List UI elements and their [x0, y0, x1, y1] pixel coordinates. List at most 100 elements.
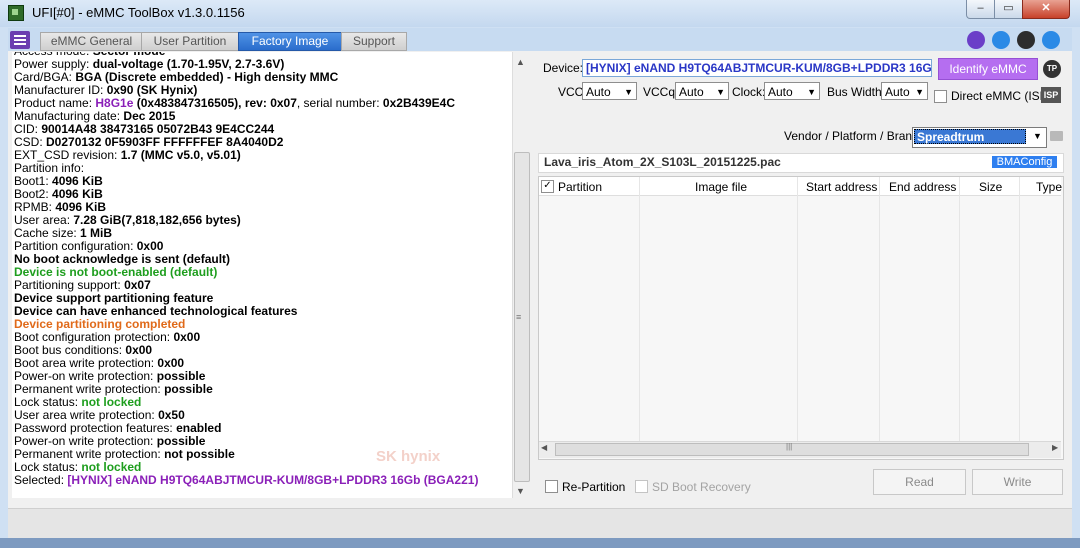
clock-select[interactable]: Auto ▼ — [764, 82, 820, 100]
log-green: Device is not boot-enabled (default) — [14, 265, 218, 279]
log-green: not locked — [78, 395, 142, 409]
col-partition[interactable]: Partition — [558, 180, 602, 194]
log-label: Boot area write protection: — [14, 356, 155, 370]
vendor-value: Spreadtrum — [914, 129, 1026, 144]
log-value: 0x07 — [120, 278, 151, 292]
sdboot-label: SD Boot Recovery — [652, 480, 751, 494]
log-value2: 0x07 — [266, 96, 297, 110]
log-value: dual-voltage (1.70-1.95V, 2.7-3.6V) — [89, 57, 285, 71]
log-value: 0x90 (SK Hynix) — [103, 83, 198, 97]
col-image-file[interactable]: Image file — [695, 180, 747, 194]
log-value: 7.28 GiB(7,818,182,656 bytes) — [70, 213, 241, 227]
download-icon[interactable] — [992, 31, 1010, 49]
log-value: No boot acknowledge is sent (default) — [14, 252, 231, 266]
partition-grid[interactable] — [538, 176, 1064, 460]
log-label: Lock status: — [14, 460, 79, 474]
sdboot-checkbox[interactable] — [635, 480, 648, 493]
device-label: Device: — [543, 61, 584, 75]
tab-support[interactable]: Support — [341, 32, 407, 51]
device-field[interactable]: [HYNIX] eNAND H9TQ64ABJTMCUR-KUM/8GB+LPD… — [582, 59, 932, 77]
tp-icon[interactable]: TP — [1043, 60, 1061, 78]
column-divider — [1019, 177, 1020, 457]
vcc-select[interactable]: Auto ▼ — [582, 82, 637, 100]
vcc-value: Auto — [586, 85, 611, 99]
maximize-button[interactable]: ▭ — [994, 0, 1023, 19]
pac-file-name: Lava_iris_Atom_2X_S103L_20151225.pac — [544, 155, 781, 169]
col-size[interactable]: Size — [979, 180, 1002, 194]
select-all-checkbox[interactable]: ✓ — [541, 180, 554, 193]
log-value: BGA (Discrete embedded) - High density M… — [72, 70, 339, 84]
chevron-down-icon[interactable]: ▼ — [1033, 131, 1042, 141]
log-value: 90014A48 38473165 05072B43 9E4CC244 — [38, 122, 275, 136]
clock-label: Clock: — [732, 85, 766, 99]
log-label: RPMB: — [14, 200, 53, 214]
tab-factory-image[interactable]: Factory Image — [238, 32, 342, 51]
chevron-down-icon: ▼ — [807, 87, 816, 97]
buswidth-label: Bus Width: — [827, 85, 886, 99]
log-label: Card/BGA: — [14, 70, 73, 84]
log-label: CSD: — [14, 135, 43, 149]
menu-button[interactable] — [10, 31, 30, 49]
log-value: 4096 KiB — [48, 174, 103, 188]
log-label: Power-on write protection: — [14, 369, 154, 383]
column-divider — [797, 177, 798, 457]
col-end-address[interactable]: End address — [889, 180, 956, 194]
menu-icon — [14, 35, 26, 37]
log-value: not possible — [160, 447, 235, 461]
log-value: possible — [153, 434, 206, 448]
isp-icon[interactable]: ISP — [1041, 87, 1061, 103]
log-orange: Device partitioning completed — [14, 317, 186, 331]
log-value-purple: H8G1e — [92, 96, 134, 110]
log-label: Boot1: — [14, 174, 49, 188]
log-label2: , serial number: — [296, 96, 380, 110]
buswidth-select[interactable]: Auto ▼ — [881, 82, 928, 100]
direct-emmc-checkbox[interactable] — [934, 90, 947, 103]
log-value: Dec 2015 — [120, 109, 176, 123]
info-icon[interactable] — [1017, 31, 1035, 49]
vendor-label: Vendor / Platform / Brand: — [784, 129, 923, 143]
col-type[interactable]: Type — [1036, 180, 1062, 194]
log-value3: 0x2B439E4C — [379, 96, 455, 110]
log-label: Boot bus conditions: — [14, 343, 123, 357]
log-green: not locked — [78, 460, 142, 474]
scroll-up-icon[interactable]: ▲ — [516, 57, 525, 67]
bmaconfig-button[interactable]: BMAConfig — [992, 156, 1057, 168]
log-value: 4096 KiB — [52, 200, 107, 214]
log-lines: Access mode: Sector modePower supply: du… — [12, 52, 512, 498]
close-button[interactable]: ✕ — [1022, 0, 1070, 19]
repartition-checkbox[interactable] — [545, 480, 558, 493]
log-line: Selected: [HYNIX] eNAND H9TQ64ABJTMCUR-K… — [14, 474, 478, 487]
buswidth-value: Auto — [885, 85, 910, 99]
log-value: (0x483847316505), rev: — [133, 96, 267, 110]
vccq-label: VCCq: — [643, 85, 679, 99]
folder-icon[interactable] — [1050, 131, 1063, 141]
column-divider — [879, 177, 880, 457]
minimize-button[interactable]: – — [966, 0, 995, 19]
log-value: 0x00 — [133, 239, 164, 253]
col-start-address[interactable]: Start address — [806, 180, 877, 194]
log-value: D0270132 0F5903FF FFFFFFEF 8A4040D2 — [42, 135, 284, 149]
log-value: 0x00 — [122, 343, 153, 357]
identify-emmc-button[interactable]: Identify eMMC — [938, 58, 1038, 80]
write-button[interactable]: Write — [972, 469, 1063, 495]
log-label: Password protection features: — [14, 421, 173, 435]
read-button[interactable]: Read — [873, 469, 966, 495]
log-label: Selected: — [14, 473, 65, 487]
log-value: Device can have enhanced technological f… — [14, 304, 298, 318]
log-label: Manufacturer ID: — [14, 83, 104, 97]
log-value: 0x50 — [154, 408, 185, 422]
log-value: Device support partitioning feature — [14, 291, 214, 305]
network-icon[interactable] — [967, 31, 985, 49]
scroll-left-icon[interactable]: ◀ — [541, 443, 547, 452]
tab-user-partition[interactable]: User Partition — [141, 32, 239, 51]
log-label: Product name: — [14, 96, 93, 110]
log-label: Cache size: — [14, 226, 77, 240]
log-label: Boot2: — [14, 187, 49, 201]
vccq-select[interactable]: Auto ▼ — [675, 82, 729, 100]
log-value: possible — [153, 369, 206, 383]
scroll-right-icon[interactable]: ▶ — [1052, 443, 1058, 452]
settings-gear-icon[interactable] — [1042, 31, 1060, 49]
scroll-down-icon[interactable]: ▼ — [516, 486, 525, 496]
tab-emmc-general[interactable]: eMMC General — [40, 32, 143, 51]
log-value: 4096 KiB — [48, 187, 103, 201]
